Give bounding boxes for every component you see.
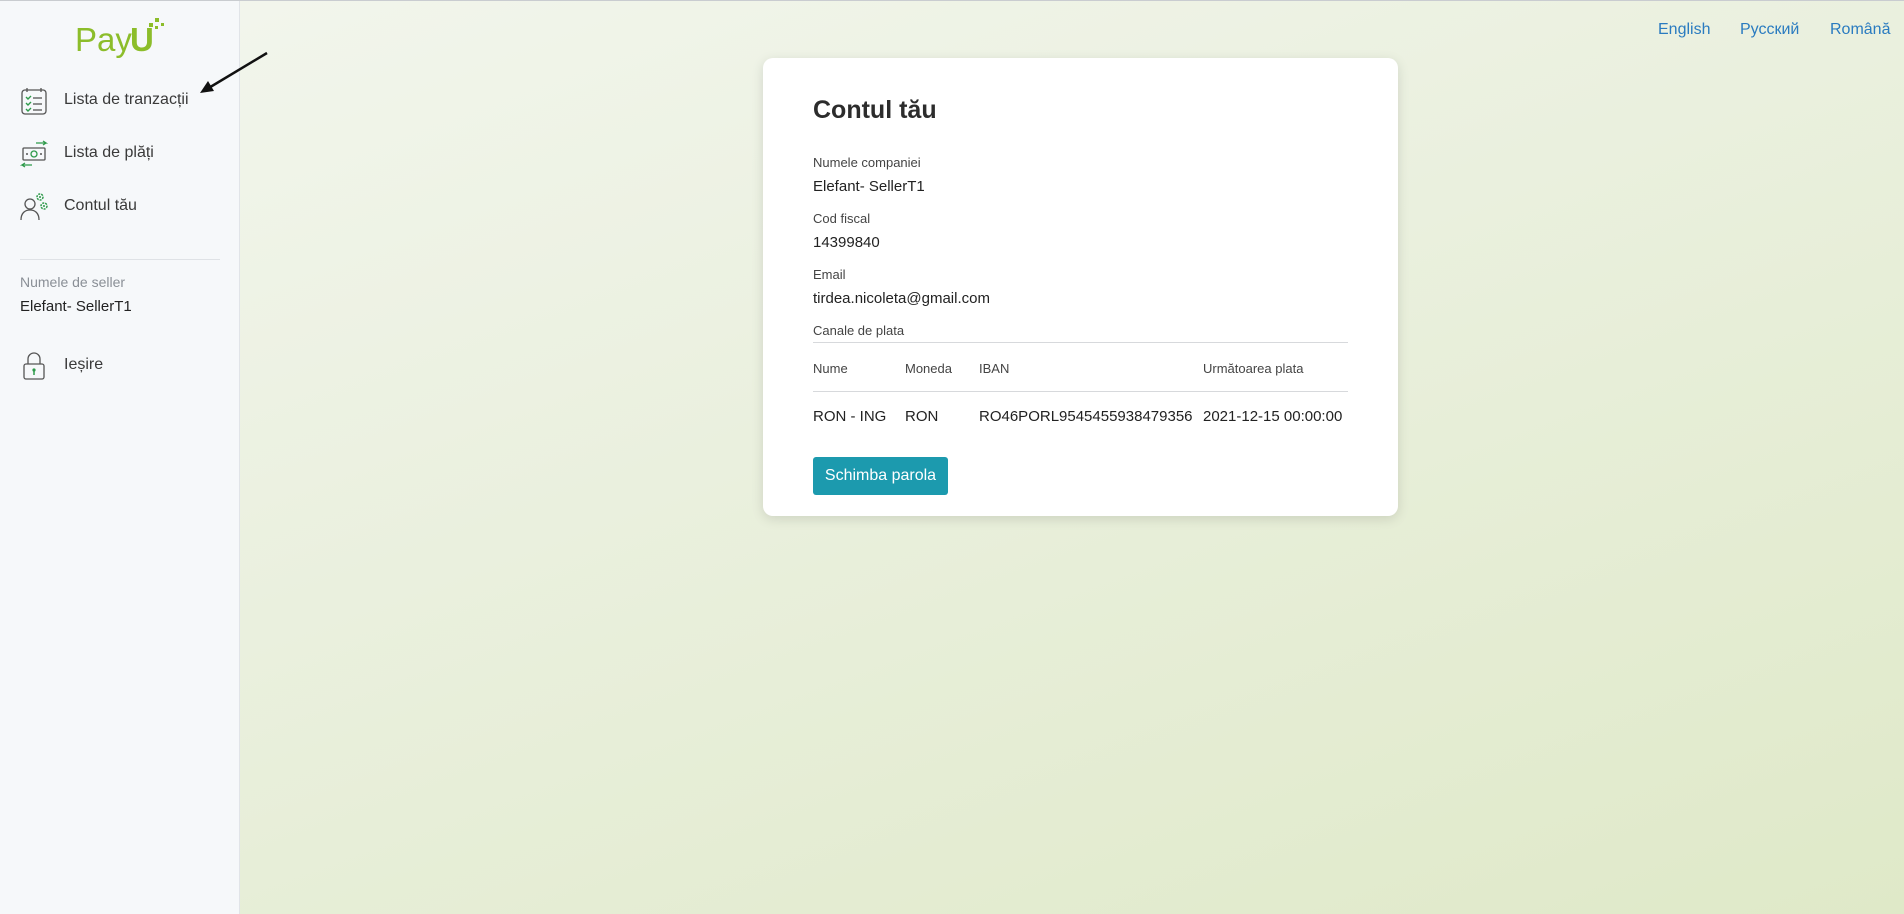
- cell-name: RON - ING: [813, 408, 887, 425]
- cell-currency: RON: [905, 408, 939, 425]
- table-header-iban: IBAN: [979, 361, 1010, 376]
- sidebar: Pay U Lista de tranzacții Lista de plăți…: [0, 1, 240, 914]
- change-password-button[interactable]: Schimba parola: [813, 457, 948, 495]
- sidebar-item-label: Contul tău: [64, 197, 137, 214]
- table-header-name: Nume: [813, 361, 848, 376]
- page-title: Contul tău: [813, 96, 937, 124]
- cell-iban: RO46PORL9545455938479356: [979, 408, 1193, 425]
- payu-logo[interactable]: Pay U: [75, 15, 165, 61]
- annotation-arrow-icon: [200, 51, 268, 93]
- sidebar-divider: [20, 259, 220, 260]
- user-settings-icon: [20, 193, 48, 221]
- fiscal-code-label: Cod fiscal: [813, 211, 871, 226]
- svg-text:Pay: Pay: [75, 21, 132, 58]
- window-top-border: [0, 0, 1904, 1]
- email-value: tirdea.nicoleta@gmail.com: [813, 290, 990, 307]
- company-name-value: Elefant- SellerT1: [813, 178, 925, 195]
- seller-name-value: Elefant- SellerT1: [20, 298, 132, 315]
- sidebar-item-label: Lista de tranzacții: [64, 91, 189, 108]
- sidebar-item-account[interactable]: Contul tău: [0, 186, 240, 226]
- language-romanian-link[interactable]: Română: [1830, 21, 1890, 39]
- logout-button[interactable]: Ieșire: [0, 345, 240, 385]
- fiscal-code-value: 14399840: [813, 234, 880, 251]
- account-card: Contul tău Numele companiei Elefant- Sel…: [763, 58, 1398, 516]
- language-english-link[interactable]: English: [1658, 21, 1710, 39]
- table-header-divider: [813, 391, 1348, 392]
- email-label: Email: [813, 267, 846, 282]
- table-header-next-payment: Următoarea plata: [1203, 361, 1304, 376]
- money-transfer-icon: [19, 140, 49, 168]
- language-russian-link[interactable]: Русский: [1740, 21, 1799, 39]
- table-header-currency: Moneda: [905, 361, 952, 376]
- checklist-icon: [21, 88, 47, 115]
- payment-channels-label: Canale de plata: [813, 323, 905, 338]
- table-top-divider: [813, 342, 1348, 343]
- logout-label: Ieșire: [64, 356, 104, 373]
- cell-next-payment: 2021-12-15 00:00:00: [1203, 408, 1343, 425]
- lock-icon: [23, 352, 45, 380]
- seller-name-caption: Numele de seller: [20, 274, 126, 290]
- sidebar-item-payments[interactable]: Lista de plăți: [0, 133, 240, 173]
- sidebar-item-label: Lista de plăți: [64, 144, 154, 161]
- company-name-label: Numele companiei: [813, 155, 921, 170]
